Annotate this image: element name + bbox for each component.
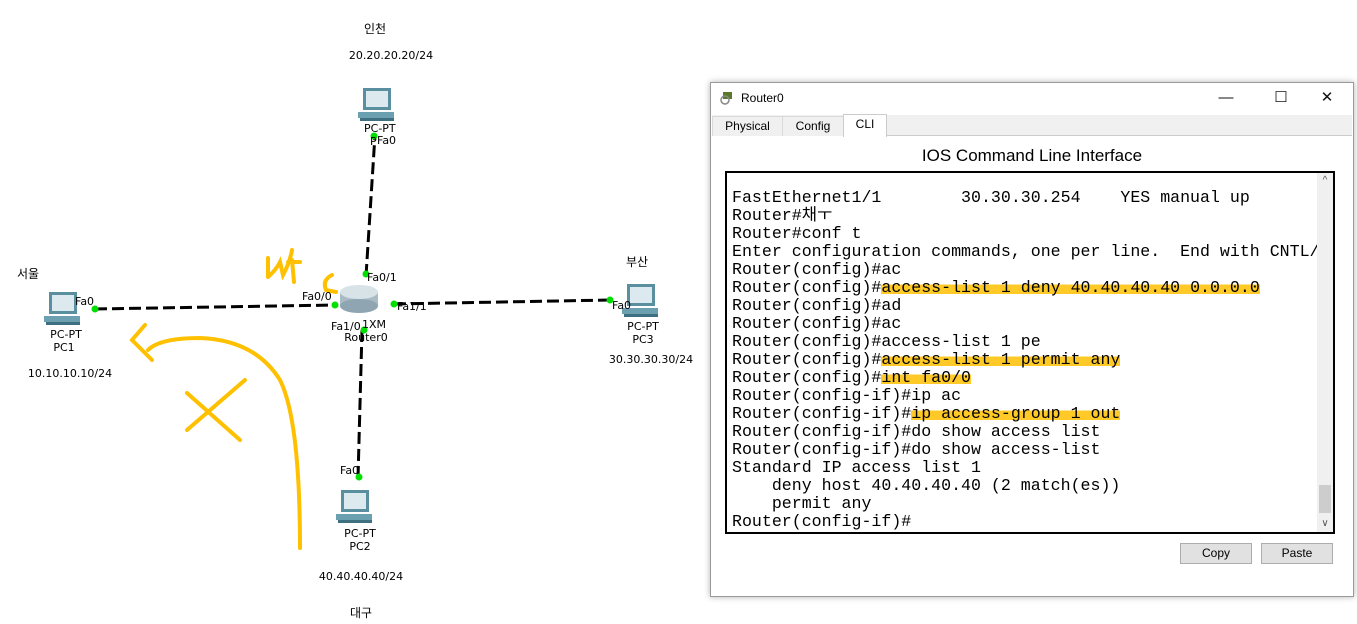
cli-line-text: Router(config-if)#do show access-list	[732, 440, 1101, 459]
minimize-button[interactable]: —	[1211, 87, 1241, 109]
router-port-label: Fa0/1	[367, 271, 397, 284]
scroll-thumb[interactable]	[1319, 485, 1331, 513]
cli-line-text: Router(config-if)#do show access list	[732, 422, 1101, 441]
cli-line-text: Standard IP access list 1	[732, 458, 981, 477]
cli-line: Router(config-if)#ip ac	[732, 386, 1333, 405]
port-label: Fa0	[377, 134, 397, 147]
router-port-label: Fa0/0	[302, 290, 332, 303]
highlighted-command: ip access-group 1 out	[911, 404, 1121, 423]
cli-line: Router(config-if)#ip access-group 1 out	[732, 404, 1333, 423]
pc-name-label: P	[370, 135, 377, 148]
router-icon	[340, 285, 378, 313]
cli-line-text: Enter configuration commands, one per li…	[732, 242, 1335, 261]
subnet-label-busan: 30.30.30.30/24	[608, 353, 694, 366]
link-router-pc2	[356, 329, 364, 479]
pc-name-label: PC2	[349, 540, 371, 553]
region-label-busan: 부산	[626, 255, 649, 269]
cli-terminal[interactable]: FastEthernet1/1 30.30.30.254 YES manual …	[725, 171, 1335, 534]
router-model-label: 1XM	[362, 318, 387, 331]
tab-bar: Physical Config CLI	[712, 114, 1352, 137]
cli-line: Router(config)#access-list 1 deny 40.40.…	[732, 278, 1333, 297]
tab-config[interactable]: Config	[782, 116, 844, 136]
subnet-label-incheon: 20.20.20.20/24	[348, 49, 434, 62]
pc-icon	[358, 88, 394, 121]
cli-line-text: Router#conf t	[732, 224, 862, 243]
cli-line-text: Router(config)#ac	[732, 314, 902, 333]
pc-model-label: PC-PT	[627, 320, 659, 333]
tab-cli[interactable]: CLI	[843, 114, 887, 137]
cli-line: Router(config)#access-list 1 permit any	[732, 350, 1333, 369]
window-title: Router0	[741, 91, 784, 105]
link-router-pc-top	[364, 134, 377, 277]
subnet-label-seoul: 10.10.10.10/24	[27, 367, 113, 380]
highlighted-command: int fa0/0	[881, 368, 971, 387]
scroll-up-icon[interactable]: ^	[1317, 173, 1333, 189]
cli-line: Router(config)#ac	[732, 260, 1333, 279]
cli-line-text: Router(config)#	[732, 368, 882, 387]
pc-model-label: PC-PT	[50, 328, 82, 341]
cli-line: Enter configuration commands, one per li…	[732, 242, 1335, 261]
subnet-label-daegu: 40.40.40.40/24	[318, 570, 404, 583]
router-app-icon	[720, 92, 732, 105]
cli-line-text: Router(config)#access-list 1 pe	[732, 332, 1041, 351]
region-label-seoul: 서울	[17, 267, 40, 281]
pc-name-label: PC3	[632, 333, 654, 346]
region-label-incheon: 인천	[363, 22, 387, 36]
cli-line: Router(config-if)#do show access-list	[732, 440, 1333, 459]
title-bar[interactable]: Router0 — ☐ ✕	[711, 83, 1353, 113]
router-name-label[interactable]: Router0	[344, 331, 387, 344]
cli-line: Router(config-if)#do show access list	[732, 422, 1333, 441]
copy-button[interactable]: Copy	[1180, 543, 1252, 564]
pc-icon	[336, 490, 372, 523]
cli-line-text: Router(config-if)#ip ac	[732, 386, 962, 405]
cli-line-text: Router(config-if)#	[732, 404, 912, 423]
cli-line: permit any	[732, 494, 1333, 513]
cli-output: FastEthernet1/1 30.30.30.254 YES manual …	[732, 188, 1335, 531]
highlighted-command: access-list 1 deny 40.40.40.40 0.0.0.0	[881, 278, 1260, 297]
port-label: Fa0	[612, 299, 632, 312]
router-window: Router0 — ☐ ✕ Physical Config CLI IOS Co…	[710, 82, 1354, 597]
cli-line: Router#conf t	[732, 224, 1333, 243]
region-label-daegu: 대구	[349, 606, 373, 620]
cli-line: Router(config)#ac	[732, 314, 1333, 333]
annotation-x-mark	[185, 378, 247, 442]
pc-model-label: PC-PT	[344, 527, 376, 540]
cli-line-text: FastEthernet1/1 30.30.30.254 YES manual …	[732, 188, 1250, 207]
port-label: Fa0	[340, 464, 360, 477]
maximize-button[interactable]: ☐	[1266, 87, 1296, 109]
cli-line-text: deny host 40.40.40.40 (2 match(es))	[732, 476, 1121, 495]
highlighted-command: access-list 1 permit any	[881, 350, 1121, 369]
cli-line-text: Router(config)#ac	[732, 260, 902, 279]
scroll-down-icon[interactable]: ∨	[1317, 516, 1333, 532]
close-button[interactable]: ✕	[1312, 87, 1342, 109]
annotation-arrow	[129, 323, 302, 550]
router-port-label: Fa1/1	[397, 300, 427, 313]
cli-line: deny host 40.40.40.40 (2 match(es))	[732, 476, 1333, 495]
scrollbar[interactable]: ^ ∨	[1317, 173, 1333, 532]
cli-line: Router#채ㅜ	[732, 206, 1333, 225]
paste-button[interactable]: Paste	[1261, 543, 1333, 564]
cli-line-text: Router(config)#ad	[732, 296, 902, 315]
cli-line: Router(config)#ad	[732, 296, 1333, 315]
cli-line: Router(config)#int fa0/0	[732, 368, 1333, 387]
port-label: Fa0	[75, 295, 95, 308]
cli-header: IOS Command Line Interface	[921, 146, 1143, 165]
cli-line-text: Router(config)#	[732, 278, 882, 297]
cli-line-text: Router#채ㅜ	[732, 206, 833, 225]
tab-physical[interactable]: Physical	[712, 116, 783, 136]
cli-line-text: Router(config)#	[732, 350, 882, 369]
cli-line: FastEthernet1/1 30.30.30.254 YES manual …	[732, 188, 1333, 207]
cli-line: Router(config)#access-list 1 pe	[732, 332, 1333, 351]
link-pc1-router	[94, 303, 336, 311]
cli-line: Router(config-if)#	[732, 512, 1333, 531]
pc-name-label: PC1	[53, 341, 75, 354]
cli-line-text: permit any	[732, 494, 872, 513]
annotation-out	[266, 248, 302, 284]
cli-line-text: Router(config-if)#	[732, 512, 912, 531]
cli-line: Standard IP access list 1	[732, 458, 1333, 477]
